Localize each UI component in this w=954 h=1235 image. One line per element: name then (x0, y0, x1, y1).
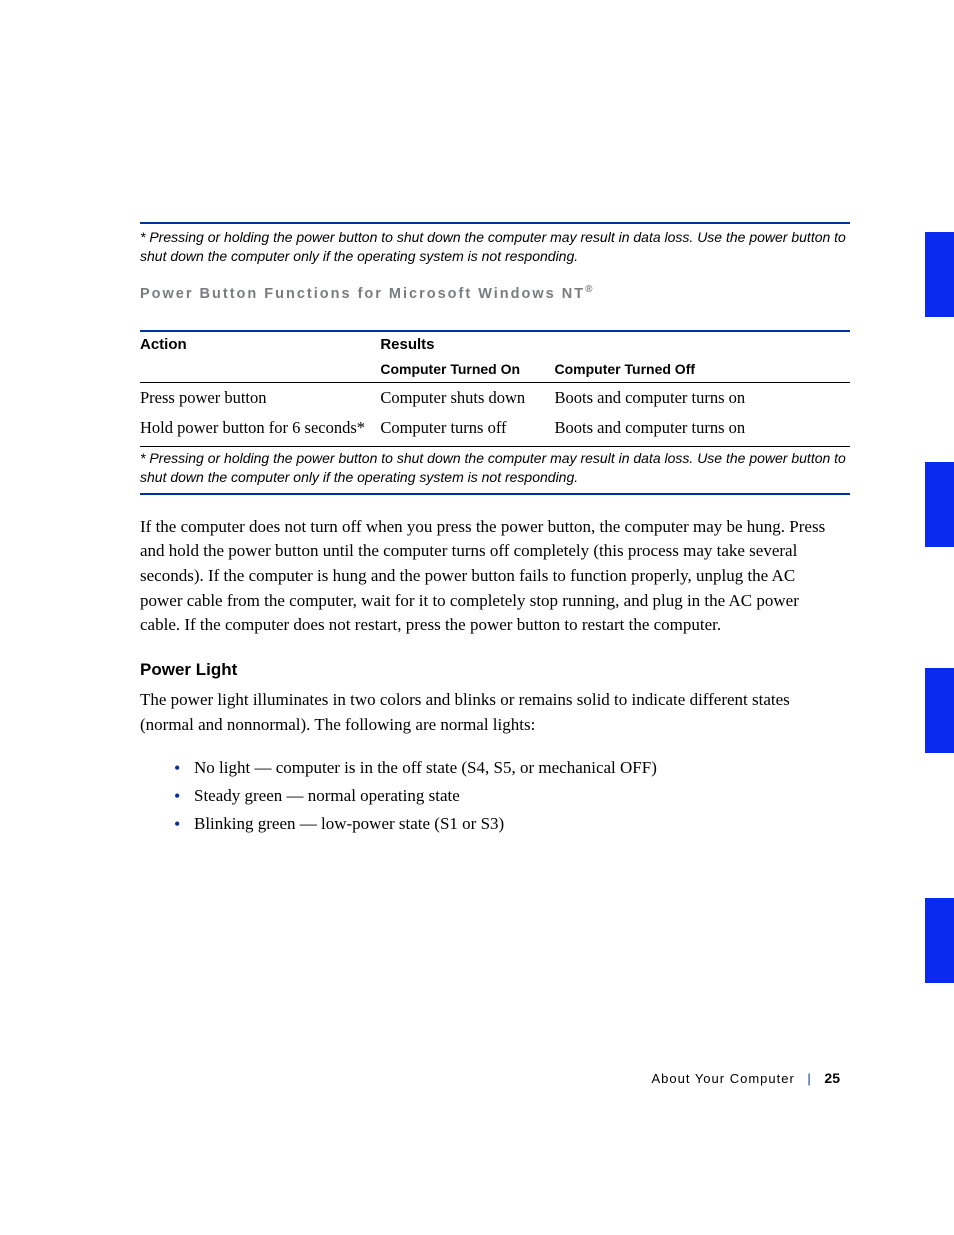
header-results: Results (380, 332, 850, 357)
header-action: Action (140, 332, 380, 357)
list-item: No light — computer is in the off state … (174, 754, 850, 782)
cell-on: Computer shuts down (380, 383, 554, 413)
footnote-bottom: * Pressing or holding the power button t… (140, 449, 846, 487)
page-footer: About Your Computer | 25 (140, 1070, 840, 1086)
table-header-row: Action Results (140, 332, 850, 357)
content-area: * Pressing or holding the power button t… (140, 222, 850, 838)
footer-separator: | (799, 1071, 819, 1086)
subheader-off: Computer Turned Off (555, 357, 850, 383)
cell-on: Computer turns off (380, 413, 554, 442)
side-tab-2 (925, 462, 954, 547)
table-row: Hold power button for 6 seconds* Compute… (140, 413, 850, 442)
power-button-table: Action Results Computer Turned On Comput… (140, 332, 850, 442)
list-item: Blinking green — low-power state (S1 or … (174, 810, 850, 838)
page: * Pressing or holding the power button t… (0, 0, 954, 1235)
table-bottom-rule (140, 446, 850, 447)
side-tab-4 (925, 898, 954, 983)
top-rule (140, 222, 850, 224)
registered-mark: ® (585, 284, 592, 295)
side-tab-1 (925, 232, 954, 317)
body-paragraph: If the computer does not turn off when y… (140, 515, 840, 638)
bullet-list: No light — computer is in the off state … (174, 754, 850, 838)
table-subheader-row: Computer Turned On Computer Turned Off (140, 357, 850, 383)
table-title-text: Power Button Functions for Microsoft Win… (140, 286, 585, 302)
subheader-on: Computer Turned On (380, 357, 554, 383)
footer-page-number: 25 (824, 1070, 840, 1086)
cell-action: Press power button (140, 383, 380, 413)
table-title: Power Button Functions for Microsoft Win… (140, 284, 850, 302)
footer-section: About Your Computer (651, 1071, 794, 1086)
cell-action: Hold power button for 6 seconds* (140, 413, 380, 442)
section-intro: The power light illuminates in two color… (140, 688, 840, 737)
list-item: Steady green — normal operating state (174, 782, 850, 810)
footnote-top: * Pressing or holding the power button t… (140, 228, 846, 266)
side-tab-3 (925, 668, 954, 753)
section-heading: Power Light (140, 660, 850, 680)
table-row: Press power button Computer shuts down B… (140, 383, 850, 413)
cell-off: Boots and computer turns on (555, 413, 850, 442)
footnote-bottom-rule (140, 493, 850, 495)
cell-off: Boots and computer turns on (555, 383, 850, 413)
